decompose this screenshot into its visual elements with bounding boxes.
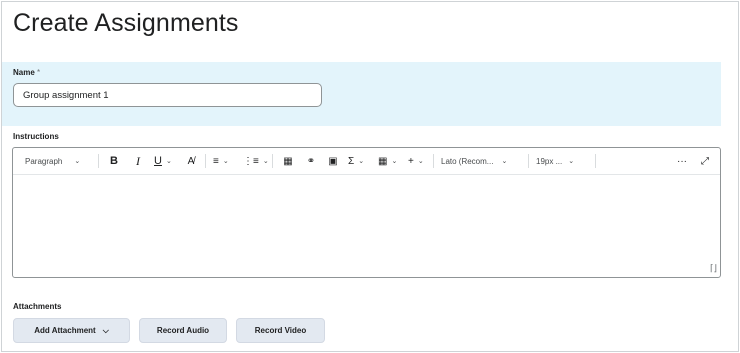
paragraph-format-dropdown[interactable]: Paragraph ⌄ — [21, 152, 95, 170]
toolbar-divider — [272, 154, 273, 168]
instructions-label: Instructions — [13, 132, 59, 141]
resize-handle-icon[interactable]: ⌈⌋ — [710, 263, 717, 274]
plus-icon: + — [408, 155, 414, 167]
toolbar-divider — [433, 154, 434, 168]
chevron-down-icon: ⌄ — [358, 158, 365, 165]
font-family-label: Lato (Recom... — [441, 156, 494, 166]
clear-formatting-icon[interactable]: A̸ — [180, 152, 202, 170]
chevron-down-icon: ⌄ — [568, 158, 575, 165]
insert-link-icon[interactable]: ⚭ — [300, 152, 322, 170]
toolbar-divider — [98, 154, 99, 168]
fullscreen-icon[interactable]: ⤢ — [694, 152, 716, 170]
page-title: Create Assignments — [13, 9, 239, 37]
underline-dropdown[interactable]: U ⌄ — [150, 152, 180, 170]
chevron-down-icon: ⌄ — [222, 158, 229, 165]
more-options-icon[interactable]: ··· — [670, 152, 694, 170]
required-marker: * — [37, 68, 41, 77]
insert-image-icon[interactable]: ▣ — [322, 152, 344, 170]
record-video-button[interactable]: Record Video — [236, 318, 325, 343]
chevron-down-icon: ⌄ — [74, 158, 81, 165]
editor-toolbar: Paragraph ⌄ B I U ⌄ A̸ ≡ ⌄ ⋮≡ ⌄ ▦ ⚭ ▣ Σ … — [13, 148, 720, 175]
toolbar-divider — [205, 154, 206, 168]
paragraph-format-label: Paragraph — [25, 156, 63, 166]
sigma-icon: Σ — [348, 155, 355, 167]
italic-button[interactable]: I — [126, 152, 150, 170]
chevron-down-icon: ⌄ — [417, 158, 424, 165]
name-label: Name * — [13, 68, 40, 77]
font-size-label: 19px ... — [536, 156, 563, 166]
font-size-dropdown[interactable]: 19px ... ⌄ — [532, 152, 592, 170]
font-family-dropdown[interactable]: Lato (Recom... ⌄ — [437, 152, 525, 170]
toolbar-divider — [595, 154, 596, 168]
table-icon: ▦ — [378, 155, 388, 167]
toolbar-divider — [528, 154, 529, 168]
add-attachment-button[interactable]: Add Attachment ⌵ — [13, 318, 130, 343]
instructions-editor[interactable]: Paragraph ⌄ B I U ⌄ A̸ ≡ ⌄ ⋮≡ ⌄ ▦ ⚭ ▣ Σ … — [12, 147, 721, 278]
chevron-down-icon: ⌄ — [262, 158, 269, 165]
table-dropdown[interactable]: ▦ ⌄ — [374, 152, 404, 170]
bullet-list-icon: ⋮≡ — [243, 155, 259, 167]
bold-button[interactable]: B — [102, 152, 126, 170]
chevron-down-icon: ⌄ — [391, 158, 398, 165]
attachments-label: Attachments — [13, 302, 62, 311]
align-dropdown[interactable]: ≡ ⌄ — [209, 152, 239, 170]
record-audio-button[interactable]: Record Audio — [139, 318, 227, 343]
name-section: Name * — [2, 62, 721, 126]
insert-more-dropdown[interactable]: + ⌄ — [404, 152, 430, 170]
equation-dropdown[interactable]: Σ ⌄ — [344, 152, 374, 170]
list-dropdown[interactable]: ⋮≡ ⌄ — [239, 152, 269, 170]
chevron-down-icon: ⌵ — [102, 325, 109, 335]
underline-label: U — [154, 155, 162, 167]
align-left-icon: ≡ — [213, 155, 219, 167]
chevron-down-icon: ⌄ — [501, 158, 508, 165]
add-attachment-label: Add Attachment — [34, 326, 96, 335]
name-input[interactable] — [13, 83, 322, 107]
insert-stuff-icon[interactable]: ▦ — [276, 152, 300, 170]
name-label-text: Name — [13, 68, 35, 77]
chevron-down-icon: ⌄ — [165, 158, 172, 165]
